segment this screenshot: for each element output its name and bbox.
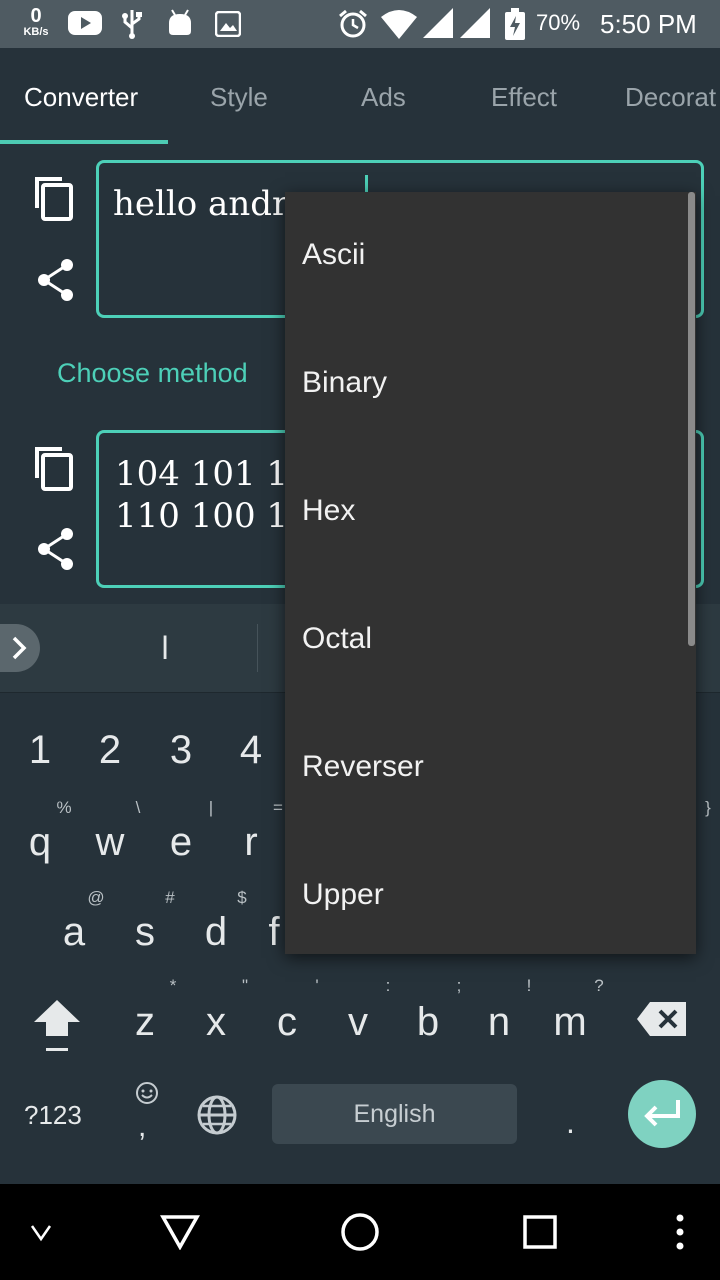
share-output-icon[interactable] [36, 527, 76, 571]
key-hint: $ [237, 888, 247, 907]
dropdown-option-ascii[interactable]: Ascii [285, 192, 696, 320]
hide-keyboard-icon[interactable] [30, 1222, 52, 1242]
back-icon[interactable] [160, 1214, 200, 1250]
key-f[interactable]: f [262, 910, 286, 955]
emoji-icon[interactable] [134, 1080, 160, 1106]
option-label: Octal [302, 622, 373, 655]
key-3[interactable]: 3 [156, 728, 206, 773]
symbols-key[interactable]: ?123 [24, 1100, 82, 1131]
clock: 5:50 PM [600, 9, 697, 39]
expand-suggestions-button[interactable] [0, 624, 40, 672]
tab-style[interactable]: Style [210, 82, 268, 113]
comma-key[interactable]: , [138, 1110, 146, 1144]
dropdown-option-reverser[interactable]: Reverser [285, 704, 696, 832]
dropdown-option-upper[interactable]: Upper [285, 832, 696, 960]
key-hint: # [165, 888, 175, 907]
key-hint: " [241, 976, 249, 995]
usb-icon [122, 10, 142, 39]
image-icon [215, 11, 241, 37]
tab-converter[interactable]: Converter [24, 82, 138, 113]
key-r[interactable]: r [226, 820, 276, 865]
input-text: hello andr [113, 184, 289, 224]
key-m[interactable]: m [545, 1000, 595, 1045]
key-hint: @ [87, 888, 105, 907]
key-b[interactable]: b [403, 1000, 453, 1045]
status-bar: 0 KB/s 70% 5:50 PM [0, 0, 720, 48]
signal-icon-2 [460, 8, 490, 38]
key-hint: | [208, 798, 214, 817]
option-label: Hex [302, 494, 356, 527]
enter-key[interactable] [628, 1080, 696, 1148]
youtube-icon [68, 11, 102, 35]
key-z[interactable]: z [120, 1000, 170, 1045]
key-hint: ! [526, 976, 532, 995]
key-hint: ' [315, 976, 319, 995]
option-label: Reverser [302, 750, 424, 783]
recents-icon[interactable] [522, 1214, 558, 1250]
key-hint: % [56, 798, 72, 817]
key-hint: \ [135, 798, 141, 817]
key-1[interactable]: 1 [15, 728, 65, 773]
key-hint: } [705, 798, 711, 817]
option-label: Ascii [302, 238, 366, 271]
choose-method-label[interactable]: Choose method [57, 358, 248, 389]
key-hint: ; [456, 976, 462, 995]
dropdown-option-octal[interactable]: Octal [285, 576, 696, 704]
key-w[interactable]: w [85, 820, 135, 865]
copy-icon[interactable] [34, 176, 76, 222]
network-speed: 0 KB/s [16, 6, 56, 38]
signal-icon-1 [423, 8, 453, 38]
alarm-icon [339, 9, 367, 38]
key-hint: : [385, 976, 391, 995]
key-x[interactable]: x [191, 1000, 241, 1045]
key-v[interactable]: v [333, 1000, 383, 1045]
dropdown-option-binary[interactable]: Binary [285, 320, 696, 448]
battery-charging-icon [505, 8, 525, 40]
globe-icon[interactable] [196, 1094, 238, 1136]
battery-percent: 70% [536, 10, 581, 35]
key-hint: ? [594, 976, 604, 995]
option-label: Upper [302, 878, 384, 911]
backspace-icon[interactable] [636, 1000, 688, 1038]
tab-indicator [0, 140, 168, 144]
suggestion-divider [257, 624, 258, 672]
enter-icon [644, 1100, 680, 1127]
output-line-2: 110 100 1 [115, 496, 289, 536]
key-a[interactable]: a [49, 910, 99, 955]
output-line-1: 104 101 1 [115, 454, 289, 494]
method-dropdown: Ascii Binary Hex Octal Reverser Upper [285, 192, 696, 954]
key-d[interactable]: d [191, 910, 241, 955]
period-key[interactable]: . [566, 1104, 575, 1141]
tab-effect[interactable]: Effect [491, 82, 557, 113]
wifi-icon [381, 10, 417, 39]
key-c[interactable]: c [262, 1000, 312, 1045]
dropdown-scrollbar[interactable] [688, 192, 695, 646]
key-4[interactable]: 4 [226, 728, 276, 773]
shift-icon[interactable] [32, 998, 82, 1054]
tab-ads[interactable]: Ads [361, 82, 406, 113]
key-e[interactable]: e [156, 820, 206, 865]
network-speed-unit: KB/s [23, 26, 49, 38]
share-icon[interactable] [36, 258, 76, 302]
android-debug-icon [169, 9, 191, 35]
option-label: Binary [302, 366, 388, 399]
dropdown-option-hex[interactable]: Hex [285, 448, 696, 576]
tab-decorations[interactable]: Decorat [625, 82, 716, 113]
key-n[interactable]: n [474, 1000, 524, 1045]
menu-dots-icon[interactable] [672, 1212, 688, 1252]
network-speed-value: 0 [30, 5, 42, 27]
copy-output-icon[interactable] [34, 446, 76, 492]
key-hint: * [169, 976, 177, 995]
key-s[interactable]: s [120, 910, 170, 955]
key-2[interactable]: 2 [85, 728, 135, 773]
key-q[interactable]: q [15, 820, 65, 865]
suggestion-word[interactable]: l [150, 630, 180, 667]
space-bar[interactable]: English [272, 1084, 517, 1144]
home-icon[interactable] [340, 1212, 380, 1252]
